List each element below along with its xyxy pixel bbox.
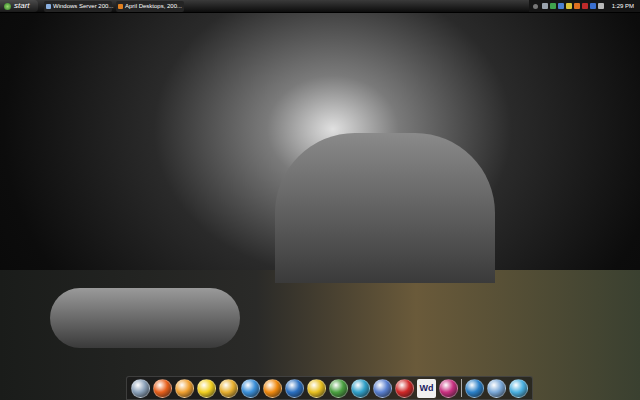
tray-icon[interactable] [590,3,596,9]
dock-item-label: Wd [420,384,434,393]
dock-icon[interactable] [241,379,260,398]
dock-icon[interactable] [131,379,150,398]
taskbar-buttons: Windows Server 200... April Desktops, 200… [44,0,184,12]
taskbar-button-label: April Desktops, 200... [125,3,182,9]
dock-icon[interactable] [465,379,484,398]
dock-icon[interactable] [153,379,172,398]
system-tray: 1:29 PM [529,0,640,12]
tray-icon[interactable] [582,3,588,9]
dock-icon[interactable] [373,379,392,398]
dock-icon[interactable] [307,379,326,398]
tray-icon[interactable] [574,3,580,9]
start-label: start [14,2,30,10]
dock-icon[interactable] [487,379,506,398]
wallpaper-pond [50,288,240,348]
dock-icon[interactable] [439,379,458,398]
expand-icon[interactable] [533,4,538,9]
tray-icon[interactable] [550,3,556,9]
dock-separator [461,379,462,397]
taskbar-button[interactable]: Windows Server 200... [44,1,112,12]
dock-icon[interactable] [175,379,194,398]
dock: Wd [126,376,533,400]
tray-icon[interactable] [542,3,548,9]
clock: 1:29 PM [612,3,634,9]
taskbar-button-label: Windows Server 200... [53,3,113,9]
tray-icon[interactable] [598,3,604,9]
dock-icon[interactable] [351,379,370,398]
tray-icon[interactable] [558,3,564,9]
taskbar: start Windows Server 200... April Desktops… [0,0,640,13]
dock-icon[interactable] [197,379,216,398]
dock-icon[interactable] [263,379,282,398]
dock-icon[interactable] [509,379,528,398]
dock-icon[interactable] [285,379,304,398]
taskbar-button[interactable]: April Desktops, 200... [116,1,184,12]
window-icon [118,4,123,9]
dock-icon[interactable] [219,379,238,398]
dock-icon[interactable] [395,379,414,398]
dock-icon[interactable] [329,379,348,398]
wallpaper-rock [275,133,495,283]
dock-item[interactable]: Wd [417,379,436,398]
start-button[interactable]: start [0,0,38,12]
tray-icon[interactable] [566,3,572,9]
windows-icon [4,3,11,10]
wallpaper [0,13,640,400]
window-icon [46,4,51,9]
